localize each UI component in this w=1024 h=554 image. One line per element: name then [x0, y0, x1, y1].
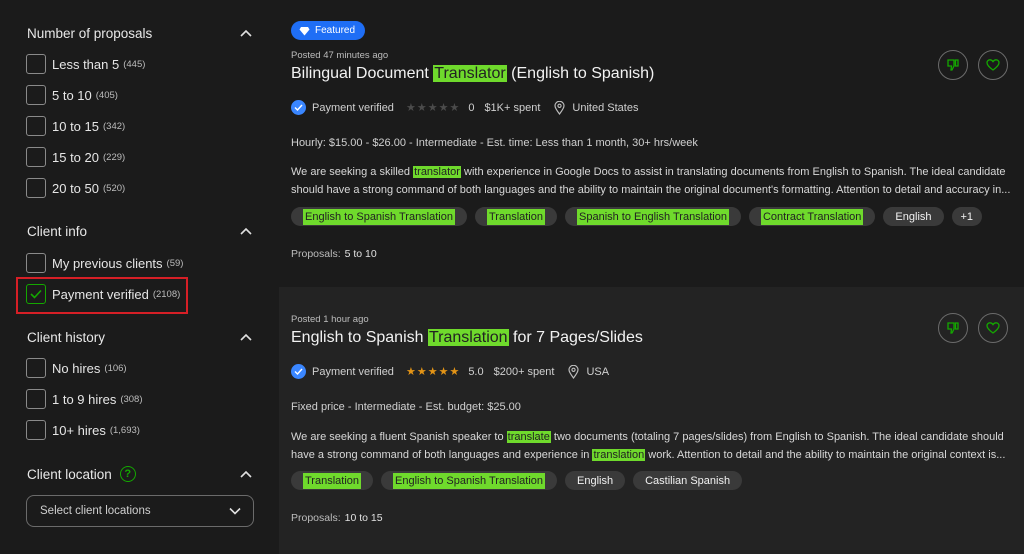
chevron-up-icon[interactable]	[239, 467, 253, 481]
heart-icon	[986, 59, 1000, 71]
skill-tag[interactable]: Translation	[474, 207, 557, 226]
job-description: We are seeking a skilled translator with…	[291, 166, 1011, 196]
skill-tags: English to Spanish Translation Translatio…	[291, 207, 990, 226]
client-spent: $200+ spent	[493, 365, 555, 378]
star-icon: ★	[427, 366, 438, 378]
client-location-select[interactable]: Select client locations	[26, 495, 254, 527]
checkbox[interactable]	[26, 178, 46, 198]
filter-sidebar: Number of proposals Less than 5 (445) 5 …	[0, 0, 279, 554]
skill-tag[interactable]: Spanish to English Translation	[565, 207, 741, 226]
skill-tag[interactable]: Translation	[291, 471, 374, 490]
filter-option-5-to-10[interactable]: 5 to 10 (405)	[26, 85, 118, 105]
filter-option-1-to-9-hires[interactable]: 1 to 9 hires (308)	[26, 389, 143, 409]
diamond-icon	[299, 26, 310, 35]
skill-tag[interactable]: English to Spanish Translation	[291, 207, 467, 226]
checkbox[interactable]	[26, 54, 46, 74]
chevron-down-icon	[229, 502, 241, 520]
job-terms: Hourly: $15.00 - $26.00 - Intermediate -…	[291, 137, 698, 149]
client-history-section-title: Client history	[27, 329, 106, 345]
annotation-highlight-box	[16, 277, 188, 314]
client-location: United States	[572, 101, 639, 114]
save-job-button[interactable]	[978, 50, 1008, 80]
star-icon: ★	[405, 102, 416, 114]
client-location-placeholder: Select client locations	[40, 505, 151, 517]
job-terms: Fixed price - Intermediate - Est. budget…	[291, 401, 521, 413]
location-pin-icon	[554, 100, 566, 115]
save-job-button[interactable]	[978, 313, 1008, 343]
checkbox[interactable]	[26, 253, 46, 273]
verified-icon	[291, 364, 306, 379]
skill-tag[interactable]: Contract Translation	[748, 207, 876, 226]
star-icon: ★	[405, 366, 416, 378]
skill-tag[interactable]: English	[565, 471, 626, 490]
filter-option-10-plus-hires[interactable]: 10+ hires (1,693)	[26, 420, 140, 440]
filter-option-20-to-50[interactable]: 20 to 50 (520)	[26, 178, 125, 198]
checkbox[interactable]	[26, 147, 46, 167]
job-card[interactable]: Featured Posted 47 minutes ago Bilingual…	[279, 0, 1024, 285]
client-location-section-title: Client location	[27, 466, 112, 482]
payment-status: Payment verified	[312, 101, 394, 114]
star-icon: ★	[427, 102, 438, 114]
thumbs-down-icon	[947, 59, 959, 71]
job-title[interactable]: Bilingual Document Translator (English t…	[291, 65, 654, 83]
help-icon[interactable]: ?	[119, 466, 136, 482]
client-info-section-title: Client info	[27, 223, 88, 239]
checkbox[interactable]	[26, 358, 46, 378]
client-spent: $1K+ spent	[484, 101, 541, 114]
rating-value: 5.0	[468, 365, 484, 378]
rating-stars: ★ ★ ★ ★ ★	[406, 101, 460, 114]
chevron-up-icon[interactable]	[239, 224, 253, 238]
filter-option-no-hires[interactable]: No hires (106)	[26, 358, 127, 378]
job-description: We are seeking a fluent Spanish speaker …	[291, 431, 1006, 461]
verified-icon	[291, 100, 306, 115]
dislike-button[interactable]	[938, 313, 968, 343]
dislike-button[interactable]	[938, 50, 968, 80]
client-location: USA	[586, 365, 610, 378]
proposals-count: Proposals: 10 to 15	[291, 512, 383, 524]
client-info-section-header[interactable]: Client info	[27, 220, 253, 242]
star-icon: ★	[449, 102, 460, 114]
rating-stars: ★ ★ ★ ★ ★	[406, 365, 460, 378]
thumbs-down-icon	[947, 322, 959, 334]
more-tags-button[interactable]: +1	[951, 207, 983, 226]
location-pin-icon	[568, 364, 580, 379]
client-meta: Payment verified ★ ★ ★ ★ ★ 0 $1K+ spent Unit…	[291, 100, 638, 115]
heart-icon	[986, 322, 1000, 334]
skill-tag[interactable]: English	[883, 207, 944, 226]
skill-tag[interactable]: English to Spanish Translation	[381, 471, 557, 490]
rating-value: 0	[468, 101, 475, 114]
client-meta: Payment verified ★ ★ ★ ★ ★ 5.0 $200+ spent U…	[291, 364, 609, 379]
filter-option-previous-clients[interactable]: My previous clients (59)	[26, 253, 183, 273]
proposals-section-title: Number of proposals	[27, 25, 153, 41]
proposals-count: Proposals: 5 to 10	[291, 248, 377, 260]
filter-option-10-to-15[interactable]: 10 to 15 (342)	[26, 116, 125, 136]
job-card[interactable]: Posted 1 hour ago English to Spanish Tra…	[279, 287, 1024, 554]
star-icon: ★	[416, 366, 427, 378]
star-icon: ★	[416, 102, 427, 114]
job-title[interactable]: English to Spanish Translation for 7 Pag…	[291, 329, 643, 347]
skill-tags: Translation English to Spanish Translatio…	[291, 471, 750, 490]
star-icon: ★	[449, 366, 460, 378]
job-list: Featured Posted 47 minutes ago Bilingual…	[279, 0, 1024, 554]
star-icon: ★	[438, 102, 449, 114]
checkbox[interactable]	[26, 116, 46, 136]
chevron-up-icon[interactable]	[239, 26, 253, 40]
star-icon: ★	[438, 366, 449, 378]
skill-tag[interactable]: Castilian Spanish	[633, 471, 743, 490]
filter-option-15-to-20[interactable]: 15 to 20 (229)	[26, 147, 125, 167]
posted-time: Posted 1 hour ago	[291, 314, 369, 325]
featured-badge: Featured	[291, 21, 366, 40]
client-history-section-header[interactable]: Client history	[27, 326, 253, 348]
client-location-section-header[interactable]: Client location ?	[27, 463, 253, 485]
checkbox[interactable]	[26, 420, 46, 440]
checkbox[interactable]	[26, 389, 46, 409]
filter-option-less-than-5[interactable]: Less than 5 (445)	[26, 54, 145, 74]
proposals-section-header[interactable]: Number of proposals	[27, 22, 253, 44]
posted-time: Posted 47 minutes ago	[291, 50, 389, 61]
payment-status: Payment verified	[312, 365, 394, 378]
chevron-up-icon[interactable]	[239, 330, 253, 344]
checkbox[interactable]	[26, 85, 46, 105]
